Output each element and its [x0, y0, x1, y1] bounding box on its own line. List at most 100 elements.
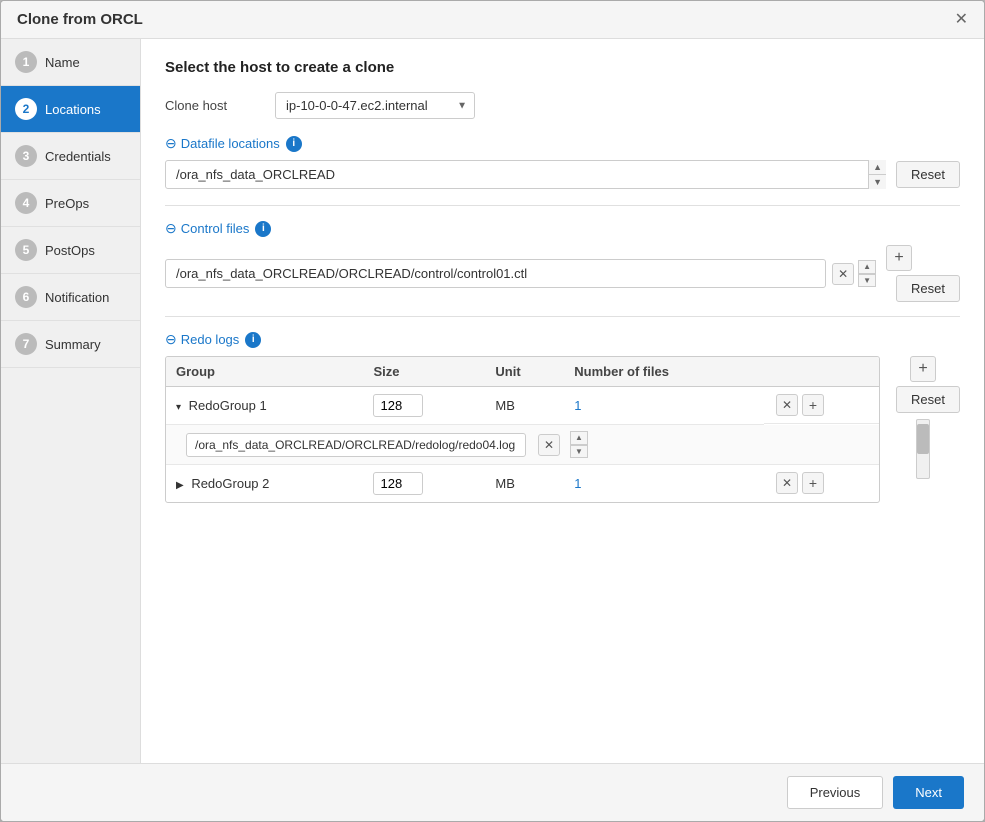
redo-numfiles-link-2[interactable]: 1 — [574, 476, 581, 491]
redo-add-group-button[interactable]: + — [910, 356, 936, 382]
control-up-button[interactable]: ▲ — [858, 260, 876, 274]
sidebar-item-name[interactable]: 1 Name — [1, 39, 140, 86]
datafile-section-header[interactable]: ⊖ Datafile locations i — [165, 135, 960, 152]
control-label: Control files — [181, 221, 250, 236]
table-row: ▾ RedoGroup 1 MB 1 — [166, 387, 879, 425]
clone-host-select[interactable]: ip-10-0-0-47.ec2.internal — [275, 92, 475, 119]
clone-host-row: Clone host ip-10-0-0-47.ec2.internal ▼ — [165, 92, 960, 119]
redo-numfiles-link-1[interactable]: 1 — [574, 398, 581, 413]
datafile-input-wrap: ▲ ▼ — [165, 160, 886, 189]
redo-sub-updown-1: ▲ ▼ — [570, 431, 588, 458]
redo-table-container: Group Size Unit Number of files — [165, 356, 880, 503]
redo-scrollbar[interactable] — [916, 419, 930, 479]
expand-icon-2[interactable]: ▶ — [176, 480, 184, 491]
control-file-row: ✕ ▲ ▼ + Reset — [165, 245, 960, 302]
redo-reset-button[interactable]: Reset — [896, 386, 960, 413]
col-unit: Unit — [485, 357, 564, 387]
sidebar: 1 Name 2 Locations 3 Credentials 4 PreOp… — [1, 39, 141, 763]
datafile-label: Datafile locations — [181, 136, 280, 151]
redo-group2-unit: MB — [485, 465, 564, 503]
scrollbar-thumb — [917, 424, 929, 454]
sidebar-item-summary[interactable]: 7 Summary — [1, 321, 140, 368]
datafile-scroll-up[interactable]: ▲ — [869, 160, 886, 175]
redo-label: Redo logs — [181, 332, 240, 347]
sidebar-label-summary: Summary — [45, 337, 101, 352]
table-row: ✕ ▲ ▼ — [166, 425, 879, 465]
redo-sub-remove-button-1[interactable]: ✕ — [538, 434, 560, 456]
next-button[interactable]: Next — [893, 776, 964, 809]
redo-section-header[interactable]: ⊖ Redo logs i — [165, 331, 960, 348]
redo-size-input-1[interactable] — [373, 394, 423, 417]
clone-host-label: Clone host — [165, 98, 275, 113]
datafile-scroll-down[interactable]: ▼ — [869, 175, 886, 189]
redo-group1-remove-button[interactable]: ✕ — [776, 394, 798, 416]
nav-num-1: 1 — [15, 51, 37, 73]
control-remove-button[interactable]: ✕ — [832, 263, 854, 285]
datafile-reset-button[interactable]: Reset — [896, 161, 960, 188]
expand-icon-1[interactable]: ▾ — [176, 402, 181, 413]
collapse-icon-redo: ⊖ — [165, 331, 177, 348]
sidebar-item-notification[interactable]: 6 Notification — [1, 274, 140, 321]
table-row: ▶ RedoGroup 2 MB 1 — [166, 465, 879, 503]
sidebar-label-postops: PostOps — [45, 243, 95, 258]
redo-size-cell — [363, 387, 485, 425]
dialog-header: Clone from ORCL ✕ — [1, 1, 984, 39]
col-size: Size — [363, 357, 485, 387]
redo-sub-down-1[interactable]: ▼ — [570, 445, 588, 459]
redo-group1-add-button[interactable]: + — [802, 394, 824, 416]
redo-group2-remove-button[interactable]: ✕ — [776, 472, 798, 494]
control-input-group: ✕ ▲ ▼ — [165, 259, 876, 288]
collapse-icon: ⊖ — [165, 135, 177, 152]
datafile-info-icon[interactable]: i — [286, 136, 302, 152]
sidebar-item-locations[interactable]: 2 Locations — [1, 86, 140, 133]
redo-group2-numfiles: 1 — [564, 465, 764, 503]
dialog-footer: Previous Next — [1, 763, 984, 821]
col-group: Group — [166, 357, 363, 387]
redo-table: Group Size Unit Number of files — [166, 357, 879, 502]
redo-sub-path-input-1[interactable] — [186, 433, 526, 457]
redo-sub-up-1[interactable]: ▲ — [570, 431, 588, 445]
datafile-path-input[interactable] — [165, 160, 886, 189]
control-info-icon[interactable]: i — [255, 221, 271, 237]
sidebar-item-postops[interactable]: 5 PostOps — [1, 227, 140, 274]
col-numfiles: Number of files — [564, 357, 764, 387]
clone-host-select-wrapper: ip-10-0-0-47.ec2.internal ▼ — [275, 92, 475, 119]
redo-unit-cell: MB — [485, 387, 564, 425]
redo-info-icon[interactable]: i — [245, 332, 261, 348]
redo-group2-add-button[interactable]: + — [802, 472, 824, 494]
col-actions — [764, 357, 879, 387]
redo-size-input-2[interactable] — [373, 472, 423, 495]
nav-num-3: 3 — [15, 145, 37, 167]
redo-sub-input-row: ✕ ▲ ▼ — [186, 431, 859, 458]
sidebar-label-preops: PreOps — [45, 196, 89, 211]
redo-numfiles-cell: 1 — [564, 387, 764, 425]
previous-button[interactable]: Previous — [787, 776, 884, 809]
table-header-row: Group Size Unit Number of files — [166, 357, 879, 387]
control-plus-reset-col: + Reset — [886, 245, 960, 302]
nav-num-4: 4 — [15, 192, 37, 214]
sidebar-item-credentials[interactable]: 3 Credentials — [1, 133, 140, 180]
sidebar-label-notification: Notification — [45, 290, 109, 305]
control-reset-button[interactable]: Reset — [896, 275, 960, 302]
datafile-input-row: ▲ ▼ Reset — [165, 160, 960, 189]
control-updown-buttons: ▲ ▼ — [858, 260, 876, 287]
section-divider-2 — [165, 316, 960, 317]
control-section-header[interactable]: ⊖ Control files i — [165, 220, 960, 237]
section-divider-1 — [165, 205, 960, 206]
dialog-title: Clone from ORCL — [17, 11, 143, 28]
redo-group2-size — [363, 465, 485, 503]
redo-outer: Group Size Unit Number of files — [165, 356, 960, 503]
control-down-button[interactable]: ▼ — [858, 274, 876, 288]
control-path-input[interactable] — [165, 259, 826, 288]
nav-num-2: 2 — [15, 98, 37, 120]
clone-dialog: Clone from ORCL ✕ 1 Name 2 Locations 3 C… — [0, 0, 985, 822]
sidebar-item-preops[interactable]: 4 PreOps — [1, 180, 140, 227]
collapse-icon-control: ⊖ — [165, 220, 177, 237]
redo-row-actions: ✕ + — [764, 387, 879, 424]
sidebar-label-credentials: Credentials — [45, 149, 111, 164]
control-add-button[interactable]: + — [886, 245, 912, 271]
close-button[interactable]: ✕ — [955, 12, 968, 28]
sidebar-label-name: Name — [45, 55, 80, 70]
redo-group-cell: ▾ RedoGroup 1 — [166, 387, 363, 425]
redo-group2-actions: ✕ + — [764, 465, 879, 501]
